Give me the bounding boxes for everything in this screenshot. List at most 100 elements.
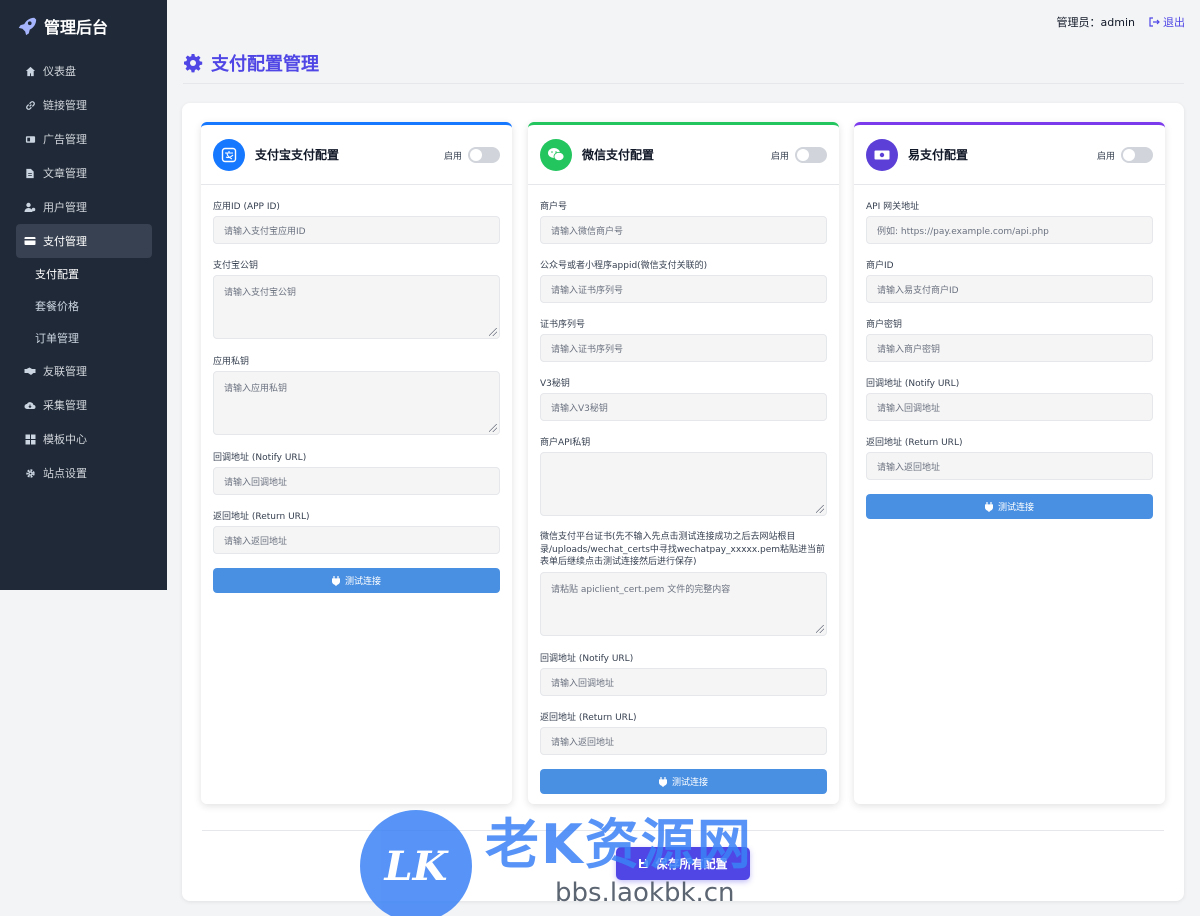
wechat-notify-url-input[interactable]: 请输入回调地址 (540, 668, 827, 696)
cert-serial-input[interactable]: 请输入证书序列号 (540, 334, 827, 362)
app-private-key-label: 应用私钥 (213, 357, 250, 367)
sidebar-item-ads[interactable]: 广告管理 (0, 122, 152, 156)
alipay-public-key-textarea[interactable]: 请输入支付宝公钥 (213, 275, 500, 339)
sidebar-item-collect[interactable]: 采集管理 (0, 388, 152, 422)
sidebar-item-label: 模板中心 (43, 433, 87, 446)
divider (202, 830, 1164, 831)
sidebar: 管理后台 仪表盘 链接管理 广告管理 文章管理 用户管理 支付管理 支付配置 套… (0, 0, 167, 590)
alipay-enable-toggle-wrap: 启用 (444, 147, 500, 163)
appid-input[interactable]: 请输入证书序列号 (540, 275, 827, 303)
wechat-enable-toggle[interactable] (795, 147, 827, 163)
logout-link[interactable]: 退出 (1149, 14, 1185, 30)
plug-icon (331, 575, 340, 586)
epay-test-connection-button[interactable]: 测试连接 (866, 494, 1153, 519)
brand-title: 管理后台 (44, 18, 109, 37)
save-icon (639, 859, 649, 868)
sign-out-icon (1149, 17, 1160, 27)
plug-icon (984, 501, 993, 512)
alipay-notify-url-label: 回调地址 (Notify URL) (213, 453, 307, 463)
epay-key-input[interactable]: 请输入商户密钥 (866, 334, 1153, 362)
api-gateway-input[interactable]: 例如: https://pay.example.com/api.php (866, 216, 1153, 244)
app-id-input[interactable]: 请输入支付宝应用ID (213, 216, 500, 244)
sidebar-subitem-label: 支付配置 (35, 268, 79, 281)
sidebar-item-payment[interactable]: 支付管理 (16, 224, 152, 258)
sidebar-subitem-orders[interactable]: 订单管理 (0, 322, 167, 354)
sidebar-item-users[interactable]: 用户管理 (0, 190, 152, 224)
wechat-config-card: 微信支付配置 启用 商户号 请输入微信商户号 公众号或者小程序appid(微信支… (528, 122, 839, 804)
page-title: 支付配置管理 (183, 50, 319, 76)
sidebar-item-site-settings[interactable]: 站点设置 (0, 456, 152, 490)
alipay-return-url-input[interactable]: 请输入返回地址 (213, 526, 500, 554)
sidebar-item-label: 文章管理 (43, 167, 87, 180)
page-header: 支付配置管理 (183, 50, 1184, 84)
sidebar-item-friend-links[interactable]: 友联管理 (0, 354, 152, 388)
handshake-icon (24, 365, 36, 377)
alipay-icon (213, 138, 245, 171)
wechat-card-title: 微信支付配置 (582, 148, 655, 162)
epay-enable-toggle[interactable] (1121, 147, 1153, 163)
alipay-public-key-label: 支付宝公钥 (213, 261, 259, 271)
link-icon (24, 99, 36, 111)
epay-return-url-label: 返回地址 (Return URL) (866, 438, 963, 448)
epay-card-title: 易支付配置 (908, 148, 969, 162)
page-title-text: 支付配置管理 (211, 54, 319, 75)
mch-id-input[interactable]: 请输入微信商户号 (540, 216, 827, 244)
alipay-test-connection-button[interactable]: 测试连接 (213, 568, 500, 593)
brand[interactable]: 管理后台 (0, 0, 167, 52)
epay-card-header: 易支付配置 启用 (854, 125, 1165, 185)
topbar: 管理员：admin 退出 (1057, 14, 1185, 30)
v3-key-input[interactable]: 请输入V3秘钥 (540, 393, 827, 421)
gear-icon (184, 54, 203, 73)
sidebar-subitem-package-price[interactable]: 套餐价格 (0, 290, 167, 322)
admin-label: 管理员：admin (1056, 16, 1135, 29)
epay-config-card: 易支付配置 启用 API 网关地址 例如: https://pay.exampl… (854, 122, 1165, 804)
alipay-notify-url-input[interactable]: 请输入回调地址 (213, 467, 500, 495)
sidebar-item-label: 站点设置 (43, 467, 87, 480)
wechat-test-connection-button[interactable]: 测试连接 (540, 769, 827, 794)
enable-label: 启用 (1096, 151, 1115, 162)
platform-cert-label: 微信支付平台证书(先不输入先点击测试连接成功之后去网站根目录/uploads/w… (540, 532, 826, 567)
api-gateway-label: API 网关地址 (866, 202, 920, 212)
platform-cert-textarea[interactable]: 请粘贴 apiclient_cert.pem 文件的完整内容 (540, 572, 827, 636)
alipay-return-url-label: 返回地址 (Return URL) (213, 512, 310, 522)
app-id-label: 应用ID (APP ID) (213, 202, 280, 212)
enable-label: 启用 (443, 151, 462, 162)
sidebar-item-label: 仪表盘 (43, 65, 76, 78)
wechat-return-url-label: 返回地址 (Return URL) (540, 713, 637, 723)
wechat-enable-toggle-wrap: 启用 (771, 147, 827, 163)
sidebar-item-articles[interactable]: 文章管理 (0, 156, 152, 190)
alipay-enable-toggle[interactable] (468, 147, 500, 163)
sidebar-item-links[interactable]: 链接管理 (0, 88, 152, 122)
file-icon (24, 167, 36, 179)
enable-label: 启用 (770, 151, 789, 162)
cert-serial-label: 证书序列号 (540, 320, 586, 330)
ad-icon (24, 133, 36, 145)
epay-pid-input[interactable]: 请输入易支付商户ID (866, 275, 1153, 303)
sidebar-item-label: 采集管理 (43, 399, 87, 412)
main-card: 支付宝支付配置 启用 应用ID (APP ID) 请输入支付宝应用ID 支付宝公… (182, 103, 1184, 901)
sidebar-item-label: 链接管理 (43, 99, 87, 112)
sidebar-subitem-label: 套餐价格 (35, 300, 79, 313)
sidebar-item-label: 用户管理 (43, 201, 87, 214)
sidebar-item-label: 广告管理 (43, 133, 87, 146)
sidebar-item-dashboard[interactable]: 仪表盘 (0, 54, 152, 88)
alipay-card-header: 支付宝支付配置 启用 (201, 125, 512, 185)
sidebar-item-label: 支付管理 (43, 235, 87, 248)
test-connection-label: 测试连接 (344, 577, 381, 587)
api-private-key-textarea[interactable] (540, 452, 827, 516)
sidebar-subitem-payment-config[interactable]: 支付配置 (0, 258, 167, 290)
logout-label: 退出 (1163, 16, 1185, 29)
alipay-config-card: 支付宝支付配置 启用 应用ID (APP ID) 请输入支付宝应用ID 支付宝公… (201, 122, 512, 804)
wechat-return-url-input[interactable]: 请输入返回地址 (540, 727, 827, 755)
epay-notify-url-input[interactable]: 请输入回调地址 (866, 393, 1153, 421)
mch-id-label: 商户号 (540, 202, 568, 212)
sidebar-nav: 仪表盘 链接管理 广告管理 文章管理 用户管理 支付管理 支付配置 套餐价格 订… (0, 54, 167, 490)
app-private-key-textarea[interactable]: 请输入应用私钥 (213, 371, 500, 435)
gear-icon (24, 467, 36, 479)
wechat-card-header: 微信支付配置 启用 (528, 125, 839, 185)
save-all-button[interactable]: 保存所有配置 (616, 847, 750, 880)
sidebar-item-label: 友联管理 (43, 365, 87, 378)
sidebar-subitem-label: 订单管理 (35, 332, 79, 345)
epay-return-url-input[interactable]: 请输入返回地址 (866, 452, 1153, 480)
sidebar-item-templates[interactable]: 模板中心 (0, 422, 152, 456)
